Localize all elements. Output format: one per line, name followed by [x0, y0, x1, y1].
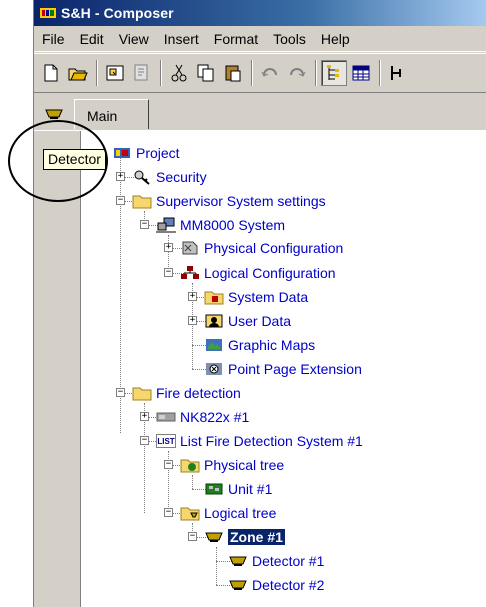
- grid-view-icon[interactable]: [348, 60, 374, 86]
- tree-node-zone[interactable]: Zone #1: [204, 527, 285, 547]
- physical-tree-icon: [180, 456, 200, 474]
- collapse-mm8000[interactable]: −: [140, 220, 149, 229]
- collapse-logical-configuration[interactable]: −: [164, 268, 173, 277]
- expand-physical-configuration[interactable]: +: [164, 243, 173, 252]
- tab-strip: Main: [34, 95, 486, 131]
- system-data-icon: [204, 288, 224, 306]
- folder-icon: [132, 192, 152, 210]
- collapse-list-fire[interactable]: −: [140, 436, 149, 445]
- tree-node-detector-2[interactable]: Detector #2: [228, 575, 324, 595]
- tree-node-nk822x[interactable]: NK822x #1: [156, 407, 249, 427]
- detector-icon: [45, 109, 63, 119]
- panel-device-icon: [156, 408, 176, 426]
- app-icon: [40, 6, 56, 20]
- window-title: S&H - Composer: [61, 5, 174, 21]
- tree-node-security[interactable]: Security: [132, 167, 207, 187]
- tree-node-logical-configuration[interactable]: Logical Configuration: [180, 263, 336, 283]
- collapse-zone[interactable]: −: [188, 532, 197, 541]
- detector-icon: [228, 552, 248, 570]
- list-icon: LIST: [156, 434, 176, 448]
- menu-insert[interactable]: Insert: [156, 28, 206, 50]
- composer-window: S&H - Composer File Edit View Insert For…: [33, 0, 486, 607]
- security-keys-icon: [132, 168, 152, 186]
- collapse-supervisor[interactable]: −: [116, 196, 125, 205]
- new-icon[interactable]: [38, 60, 64, 86]
- menu-tools[interactable]: Tools: [265, 28, 313, 50]
- user-data-icon: [204, 312, 224, 330]
- tree-node-list-fire-detection[interactable]: LIST List Fire Detection System #1: [156, 431, 363, 451]
- expand-security[interactable]: +: [116, 172, 125, 181]
- project-icon: [112, 144, 132, 162]
- folder-icon: [132, 384, 152, 402]
- map-icon: [204, 336, 224, 354]
- collapse-fire-detection[interactable]: −: [116, 388, 125, 397]
- tree-node-project[interactable]: Project: [112, 143, 180, 163]
- project-tree: + − − + − + + − + − − − − Project Securi…: [80, 131, 486, 607]
- tree-node-fire-detection[interactable]: Fire detection: [132, 383, 241, 403]
- menu-bar: File Edit View Insert Format Tools Help: [34, 26, 486, 52]
- toolbar-separator: [379, 60, 381, 86]
- menu-edit[interactable]: Edit: [72, 28, 111, 50]
- tree-pane: + − − + − + + − + − − − − Project Securi…: [34, 131, 486, 607]
- logical-tree-icon: [180, 504, 200, 522]
- toolbar-separator: [160, 60, 162, 86]
- paste-icon[interactable]: [220, 60, 246, 86]
- tree-node-physical-configuration[interactable]: Physical Configuration: [180, 238, 343, 258]
- detector-tooltip: Detector: [43, 149, 106, 170]
- title-bar: S&H - Composer: [34, 0, 486, 26]
- tree-node-logical-tree[interactable]: Logical tree: [180, 503, 276, 523]
- menu-format[interactable]: Format: [206, 28, 265, 50]
- split-icon[interactable]: [385, 60, 411, 86]
- tree-view-icon[interactable]: [321, 60, 347, 86]
- tree-node-supervisor-settings[interactable]: Supervisor System settings: [132, 191, 326, 211]
- toolbar: [34, 53, 486, 93]
- open-icon[interactable]: [65, 60, 91, 86]
- tree-node-graphic-maps[interactable]: Graphic Maps: [204, 335, 315, 355]
- unit-board-icon: [204, 480, 224, 498]
- tree-node-system-data[interactable]: System Data: [204, 287, 308, 307]
- tree-node-detector-1[interactable]: Detector #1: [228, 551, 324, 571]
- computer-network-icon: [156, 216, 176, 234]
- menu-help[interactable]: Help: [313, 28, 357, 50]
- detector-tab-button[interactable]: [39, 102, 69, 126]
- copy-icon[interactable]: [193, 60, 219, 86]
- collapse-physical-tree[interactable]: −: [164, 460, 173, 469]
- logical-config-icon: [180, 264, 200, 282]
- expand-system-data[interactable]: +: [188, 292, 197, 301]
- menu-view[interactable]: View: [111, 28, 156, 50]
- toolbar-separator: [96, 60, 98, 86]
- cut-icon[interactable]: [166, 60, 192, 86]
- expand-nk822x[interactable]: +: [140, 412, 149, 421]
- tab-main[interactable]: Main: [74, 99, 149, 129]
- toolbar-separator: [251, 60, 253, 86]
- menu-file[interactable]: File: [34, 28, 72, 50]
- collapse-logical-tree[interactable]: −: [164, 508, 173, 517]
- zone-icon: [204, 528, 224, 546]
- tree-node-mm8000[interactable]: MM8000 System: [156, 215, 285, 235]
- extension-icon: [204, 360, 224, 378]
- tree-node-unit[interactable]: Unit #1: [204, 479, 272, 499]
- expand-user-data[interactable]: +: [188, 316, 197, 325]
- tree-node-physical-tree[interactable]: Physical tree: [180, 455, 284, 475]
- preview-icon[interactable]: [129, 60, 155, 86]
- properties-icon[interactable]: [102, 60, 128, 86]
- tree-node-point-page-extension[interactable]: Point Page Extension: [204, 359, 362, 379]
- tree-node-user-data[interactable]: User Data: [204, 311, 291, 331]
- redo-icon[interactable]: [284, 60, 310, 86]
- toolbar-separator: [315, 60, 317, 86]
- hardware-icon: [180, 239, 200, 257]
- detector-icon: [228, 576, 248, 594]
- undo-icon[interactable]: [257, 60, 283, 86]
